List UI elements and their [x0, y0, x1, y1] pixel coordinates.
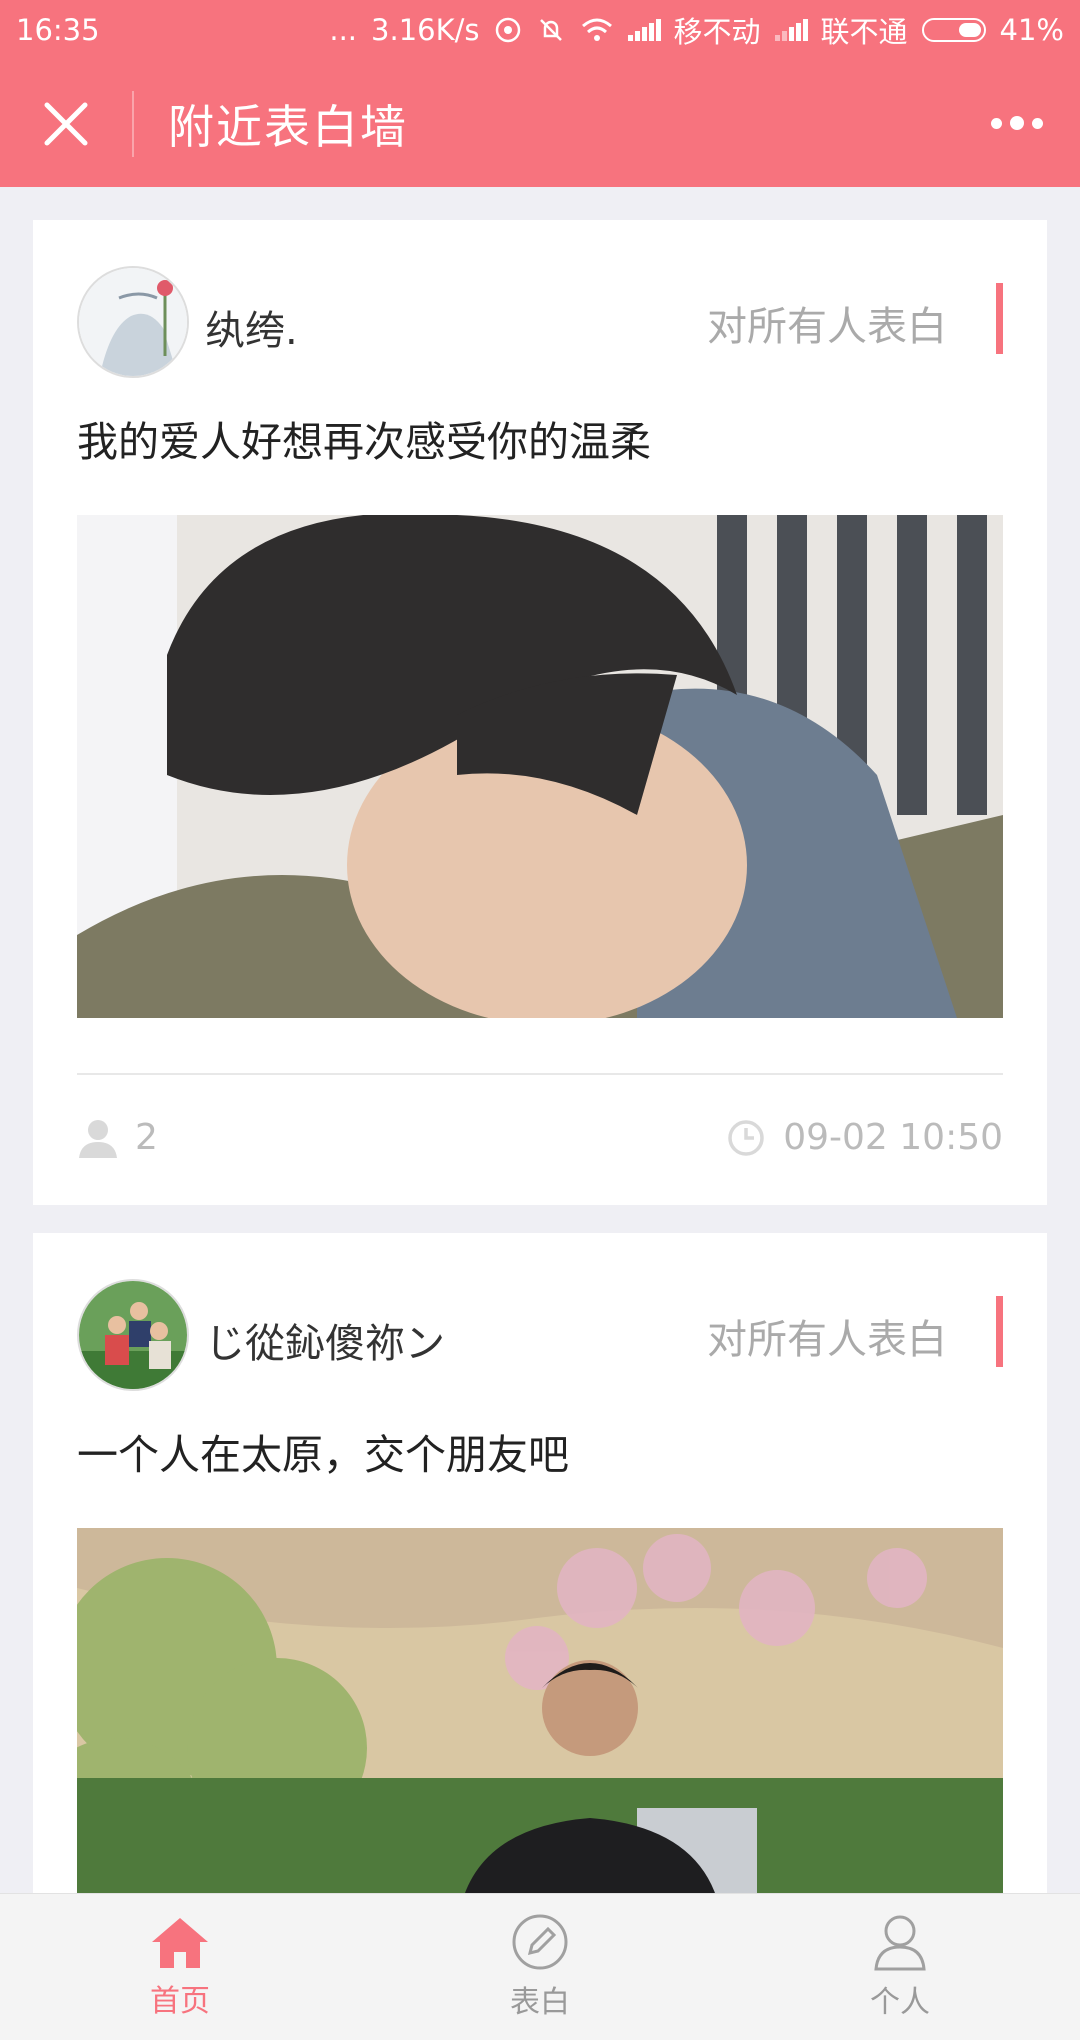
- post-text: 我的爱人好想再次感受你的温柔: [77, 418, 651, 466]
- post-username: 纨绔.: [205, 308, 298, 354]
- clock-icon: [728, 1119, 764, 1156]
- signal-icon-2: [774, 19, 808, 41]
- post-username: じ從鈊傻祢ン: [205, 1321, 445, 1367]
- bottom-tab-bar: 首页 表白 个人: [0, 1893, 1080, 2040]
- tab-profile-label: 个人: [870, 1985, 930, 2020]
- more-icon-dot: [991, 117, 1002, 129]
- hotspot-icon: [495, 17, 520, 43]
- title-bar: 附近表白墙: [0, 60, 1080, 187]
- status-time: 16:35: [16, 13, 100, 47]
- title-divider: [132, 90, 134, 157]
- accent-bar: [996, 1296, 1003, 1367]
- post-card[interactable]: じ從鈊傻祢ン 对所有人表白 一个人在太原，交个朋友吧: [33, 1233, 1047, 1953]
- tab-home-label: 首页: [150, 1984, 210, 2019]
- signal-icon: [627, 19, 661, 41]
- tab-confess[interactable]: 表白: [360, 1894, 720, 2040]
- post-header: じ從鈊傻祢ン 对所有人表白: [33, 1233, 1047, 1425]
- post-header: 纨绔. 对所有人表白: [33, 220, 1047, 412]
- status-bar: 16:35 ... 3.16K/s 移不动 联不通 41%: [0, 0, 1080, 60]
- post-timestamp: 09-02 10:50: [783, 1117, 1003, 1158]
- close-icon: [44, 102, 88, 145]
- battery-level: 41%: [999, 13, 1064, 47]
- status-icons: ... 3.16K/s 移不动 联不通 41%: [329, 9, 1064, 51]
- more-icon-dot: [1010, 116, 1024, 130]
- like-count: 2: [135, 1117, 158, 1158]
- tab-profile[interactable]: 个人: [720, 1894, 1080, 2040]
- avatar[interactable]: [77, 1279, 189, 1391]
- confession-target: 对所有人表白: [707, 1317, 947, 1363]
- confession-feed: 纨绔. 对所有人表白 我的爱人好想再次感受你的温柔 2 09-02 10:50 …: [33, 220, 1047, 1981]
- pencil-icon: [512, 1914, 568, 1970]
- battery-icon: [921, 18, 986, 42]
- post-footer: 2 09-02 10:50: [33, 1075, 1047, 1205]
- post-photo[interactable]: [77, 1528, 1003, 1928]
- confession-target: 对所有人表白: [707, 304, 947, 350]
- wifi-icon: [581, 18, 612, 41]
- post-photo[interactable]: [77, 515, 1003, 1018]
- accent-bar: [996, 283, 1003, 354]
- carrier-1: 移不动: [673, 15, 761, 49]
- person-icon: [874, 1915, 926, 1971]
- avatar[interactable]: [77, 266, 189, 378]
- status-dots: ...: [329, 13, 358, 47]
- more-button[interactable]: [980, 90, 1054, 156]
- more-icon-dot: [1032, 117, 1043, 129]
- carrier-2: 联不通: [820, 15, 908, 49]
- tab-confess-label: 表白: [510, 1985, 570, 2020]
- post-card[interactable]: 纨绔. 对所有人表白 我的爱人好想再次感受你的温柔 2 09-02 10:50: [33, 220, 1047, 1205]
- home-icon: [152, 1918, 208, 1968]
- post-time: 09-02 10:50: [727, 1117, 1003, 1158]
- post-text: 一个人在太原，交个朋友吧: [77, 1431, 569, 1479]
- page-title: 附近表白墙: [168, 99, 408, 154]
- tab-home[interactable]: 首页: [0, 1894, 360, 2040]
- like-counter[interactable]: 2: [77, 1117, 158, 1158]
- network-speed: 3.16K/s: [371, 13, 480, 47]
- person-icon: [79, 1119, 117, 1158]
- close-button[interactable]: [0, 60, 132, 187]
- mute-bell-icon: [539, 19, 562, 41]
